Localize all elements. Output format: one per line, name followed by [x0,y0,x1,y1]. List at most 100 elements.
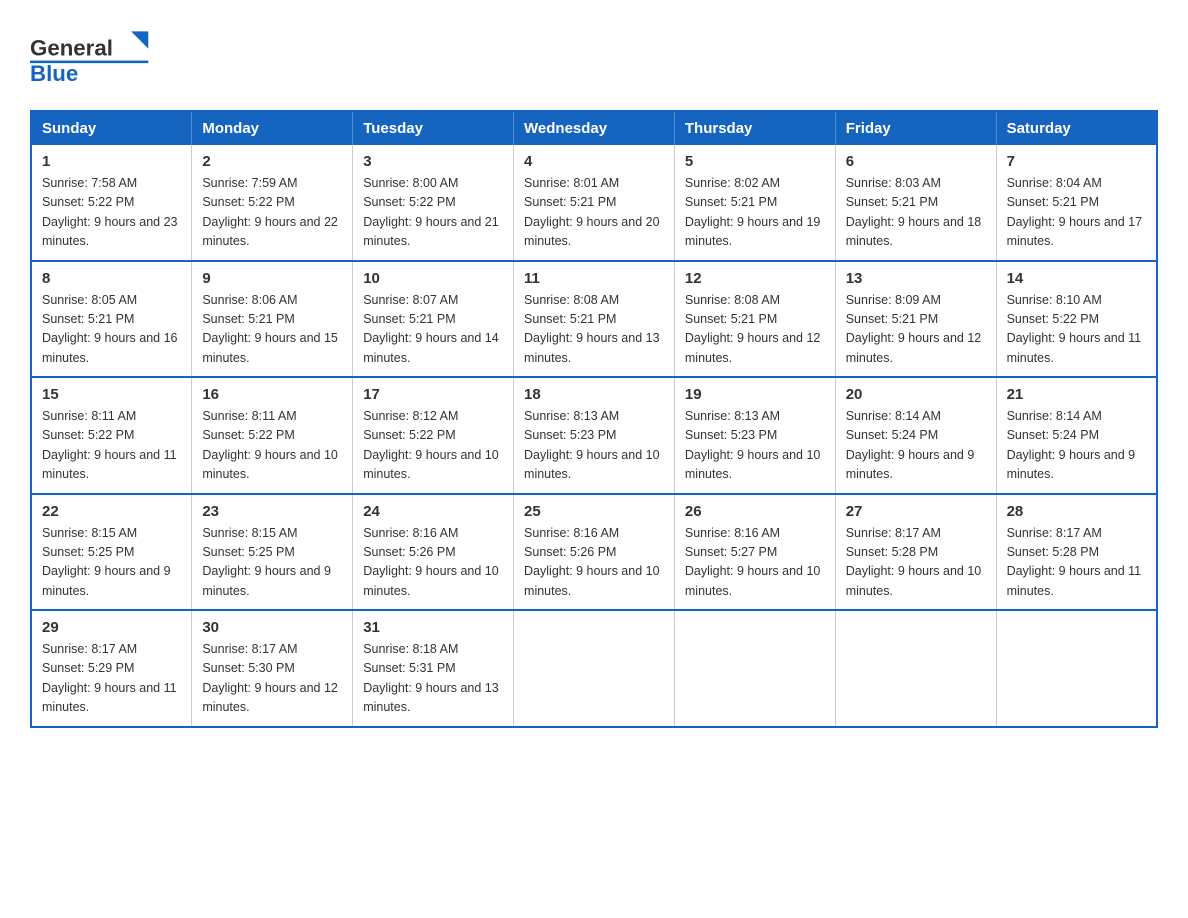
calendar-day-cell: 21 Sunrise: 8:14 AMSunset: 5:24 PMDayligh… [996,377,1157,494]
calendar-day-cell [514,610,675,727]
calendar-day-cell [674,610,835,727]
calendar-day-cell: 11 Sunrise: 8:08 AMSunset: 5:21 PMDayligh… [514,261,675,378]
day-of-week-header: Friday [835,111,996,145]
day-info: Sunrise: 8:17 AMSunset: 5:30 PMDaylight:… [202,640,342,718]
day-number: 12 [685,270,825,287]
day-of-week-header: Tuesday [353,111,514,145]
day-number: 13 [846,270,986,287]
day-of-week-header: Thursday [674,111,835,145]
day-number: 2 [202,153,342,170]
day-info: Sunrise: 8:03 AMSunset: 5:21 PMDaylight:… [846,174,986,252]
day-info: Sunrise: 8:17 AMSunset: 5:28 PMDaylight:… [1007,524,1146,602]
day-of-week-header: Sunday [31,111,192,145]
day-number: 23 [202,503,342,520]
day-info: Sunrise: 8:01 AMSunset: 5:21 PMDaylight:… [524,174,664,252]
calendar-day-cell [996,610,1157,727]
calendar-day-cell: 15 Sunrise: 8:11 AMSunset: 5:22 PMDayligh… [31,377,192,494]
calendar-day-cell: 31Sunrise: 8:18 AMSunset: 5:31 PMDayligh… [353,610,514,727]
day-number: 25 [524,503,664,520]
day-number: 28 [1007,503,1146,520]
day-info: Sunrise: 8:06 AMSunset: 5:21 PMDaylight:… [202,291,342,369]
day-info: Sunrise: 8:13 AMSunset: 5:23 PMDaylight:… [524,407,664,485]
day-info: Sunrise: 8:16 AMSunset: 5:27 PMDaylight:… [685,524,825,602]
calendar-week-row: 15 Sunrise: 8:11 AMSunset: 5:22 PMDayligh… [31,377,1157,494]
day-info: Sunrise: 8:00 AMSunset: 5:22 PMDaylight:… [363,174,503,252]
day-info: Sunrise: 8:09 AMSunset: 5:21 PMDaylight:… [846,291,986,369]
svg-text:General: General [30,35,113,60]
calendar-table: SundayMondayTuesdayWednesdayThursdayFrid… [30,110,1158,728]
calendar-day-cell: 22 Sunrise: 8:15 AMSunset: 5:25 PMDayligh… [31,494,192,611]
calendar-day-cell: 20Sunrise: 8:14 AMSunset: 5:24 PMDayligh… [835,377,996,494]
calendar-day-cell: 30Sunrise: 8:17 AMSunset: 5:30 PMDayligh… [192,610,353,727]
day-number: 6 [846,153,986,170]
day-info: Sunrise: 8:05 AMSunset: 5:21 PMDaylight:… [42,291,181,369]
day-info: Sunrise: 7:59 AMSunset: 5:22 PMDaylight:… [202,174,342,252]
day-info: Sunrise: 8:02 AMSunset: 5:21 PMDaylight:… [685,174,825,252]
day-info: Sunrise: 8:16 AMSunset: 5:26 PMDaylight:… [363,524,503,602]
day-number: 3 [363,153,503,170]
day-info: Sunrise: 8:12 AMSunset: 5:22 PMDaylight:… [363,407,503,485]
calendar-week-row: 8 Sunrise: 8:05 AMSunset: 5:21 PMDaylight… [31,261,1157,378]
calendar-day-cell: 6 Sunrise: 8:03 AMSunset: 5:21 PMDaylight… [835,145,996,261]
calendar-day-cell: 25 Sunrise: 8:16 AMSunset: 5:26 PMDayligh… [514,494,675,611]
day-number: 17 [363,386,503,403]
day-number: 15 [42,386,181,403]
calendar-day-cell: 29Sunrise: 8:17 AMSunset: 5:29 PMDayligh… [31,610,192,727]
calendar-day-cell: 1 Sunrise: 7:58 AMSunset: 5:22 PMDaylight… [31,145,192,261]
day-info: Sunrise: 8:14 AMSunset: 5:24 PMDaylight:… [846,407,986,485]
calendar-day-cell: 18 Sunrise: 8:13 AMSunset: 5:23 PMDayligh… [514,377,675,494]
calendar-day-cell: 3 Sunrise: 8:00 AMSunset: 5:22 PMDaylight… [353,145,514,261]
svg-text:Blue: Blue [30,61,78,86]
calendar-body: 1 Sunrise: 7:58 AMSunset: 5:22 PMDaylight… [31,145,1157,727]
calendar-day-cell: 24 Sunrise: 8:16 AMSunset: 5:26 PMDayligh… [353,494,514,611]
day-number: 8 [42,270,181,287]
day-number: 1 [42,153,181,170]
day-info: Sunrise: 8:15 AMSunset: 5:25 PMDaylight:… [42,524,181,602]
day-number: 9 [202,270,342,287]
logo-svg: General Blue [30,20,150,90]
calendar-day-cell: 2 Sunrise: 7:59 AMSunset: 5:22 PMDaylight… [192,145,353,261]
calendar-day-cell: 16Sunrise: 8:11 AMSunset: 5:22 PMDayligh… [192,377,353,494]
day-of-week-header: Monday [192,111,353,145]
calendar-week-row: 29Sunrise: 8:17 AMSunset: 5:29 PMDayligh… [31,610,1157,727]
calendar-day-cell: 17 Sunrise: 8:12 AMSunset: 5:22 PMDayligh… [353,377,514,494]
calendar-day-cell: 5Sunrise: 8:02 AMSunset: 5:21 PMDaylight… [674,145,835,261]
day-number: 19 [685,386,825,403]
day-of-week-header: Wednesday [514,111,675,145]
day-number: 11 [524,270,664,287]
day-number: 29 [42,619,181,636]
day-info: Sunrise: 8:10 AMSunset: 5:22 PMDaylight:… [1007,291,1146,369]
calendar-day-cell: 19 Sunrise: 8:13 AMSunset: 5:23 PMDayligh… [674,377,835,494]
day-number: 18 [524,386,664,403]
day-number: 7 [1007,153,1146,170]
calendar-day-cell: 26 Sunrise: 8:16 AMSunset: 5:27 PMDayligh… [674,494,835,611]
calendar-day-cell: 28 Sunrise: 8:17 AMSunset: 5:28 PMDayligh… [996,494,1157,611]
calendar-day-cell: 9 Sunrise: 8:06 AMSunset: 5:21 PMDaylight… [192,261,353,378]
calendar-day-cell: 12Sunrise: 8:08 AMSunset: 5:21 PMDayligh… [674,261,835,378]
day-number: 21 [1007,386,1146,403]
day-info: Sunrise: 8:11 AMSunset: 5:22 PMDaylight:… [42,407,181,485]
day-info: Sunrise: 8:16 AMSunset: 5:26 PMDaylight:… [524,524,664,602]
calendar-day-cell: 7 Sunrise: 8:04 AMSunset: 5:21 PMDaylight… [996,145,1157,261]
calendar-day-cell: 13 Sunrise: 8:09 AMSunset: 5:21 PMDayligh… [835,261,996,378]
day-info: Sunrise: 7:58 AMSunset: 5:22 PMDaylight:… [42,174,181,252]
day-info: Sunrise: 8:15 AMSunset: 5:25 PMDaylight:… [202,524,342,602]
calendar-week-row: 22 Sunrise: 8:15 AMSunset: 5:25 PMDayligh… [31,494,1157,611]
day-number: 4 [524,153,664,170]
day-info: Sunrise: 8:04 AMSunset: 5:21 PMDaylight:… [1007,174,1146,252]
day-info: Sunrise: 8:17 AMSunset: 5:28 PMDaylight:… [846,524,986,602]
day-info: Sunrise: 8:14 AMSunset: 5:24 PMDaylight:… [1007,407,1146,485]
calendar-day-cell: 14Sunrise: 8:10 AMSunset: 5:22 PMDayligh… [996,261,1157,378]
day-info: Sunrise: 8:13 AMSunset: 5:23 PMDaylight:… [685,407,825,485]
day-number: 22 [42,503,181,520]
day-number: 26 [685,503,825,520]
day-info: Sunrise: 8:08 AMSunset: 5:21 PMDaylight:… [524,291,664,369]
calendar-week-row: 1 Sunrise: 7:58 AMSunset: 5:22 PMDaylight… [31,145,1157,261]
day-number: 24 [363,503,503,520]
day-number: 16 [202,386,342,403]
calendar-day-cell: 23 Sunrise: 8:15 AMSunset: 5:25 PMDayligh… [192,494,353,611]
calendar-day-cell: 27Sunrise: 8:17 AMSunset: 5:28 PMDayligh… [835,494,996,611]
day-of-week-header: Saturday [996,111,1157,145]
calendar-header-row: SundayMondayTuesdayWednesdayThursdayFrid… [31,111,1157,145]
day-info: Sunrise: 8:18 AMSunset: 5:31 PMDaylight:… [363,640,503,718]
